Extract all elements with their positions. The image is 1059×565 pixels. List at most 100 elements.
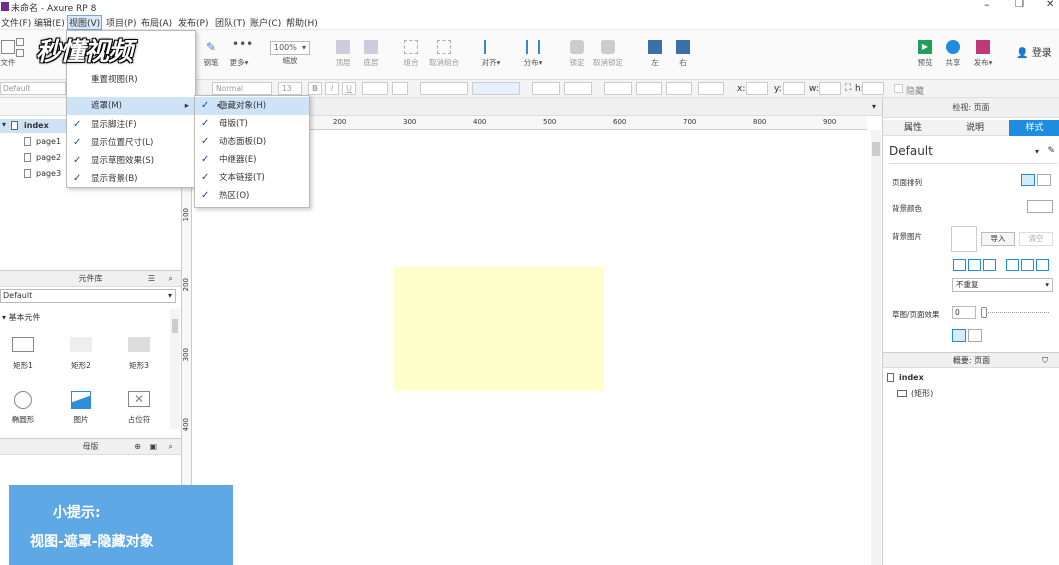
sketch-slider[interactable] — [983, 312, 1049, 313]
line-style-button[interactable] — [666, 82, 692, 95]
menu-item-masters[interactable]: ✓ 母版(T) — [195, 115, 309, 133]
clear-button[interactable]: 清空 — [1019, 232, 1053, 246]
font-size-select[interactable]: 13 — [278, 82, 302, 95]
rectangle-widget[interactable] — [394, 267, 604, 391]
minimize-icon[interactable]: – — [984, 0, 990, 11]
font-color-button[interactable] — [362, 82, 388, 95]
menu-publish[interactable]: 发布(P) — [178, 16, 208, 29]
tab-style[interactable]: 样式 — [1009, 120, 1059, 136]
image-align-h-icons[interactable] — [953, 259, 1001, 272]
align-center-icon[interactable] — [1037, 174, 1051, 186]
fill-color-button[interactable] — [532, 82, 560, 95]
library-section[interactable]: ▾ 基本元件 — [2, 312, 41, 323]
left-tool[interactable]: 左 — [646, 40, 664, 68]
menu-item-mask[interactable]: 遮罩(M) ▸ — [67, 97, 195, 115]
share-button[interactable]: 共享 — [942, 40, 964, 68]
menu-layout[interactable]: 布局(A) — [141, 16, 172, 29]
outline-root[interactable]: index — [887, 373, 924, 382]
chevron-down-icon[interactable]: ▾ — [872, 102, 876, 111]
x-input[interactable] — [746, 82, 768, 95]
vertical-align-buttons[interactable] — [472, 82, 520, 95]
bottom-layer-tool[interactable]: 底层 — [360, 40, 382, 68]
menu-view[interactable]: 视图(V) — [67, 15, 103, 30]
w-input[interactable] — [819, 82, 841, 95]
bullet-button[interactable] — [392, 82, 408, 95]
menu-item-sketch[interactable]: ✓ 显示草图效果(S) — [67, 152, 195, 170]
pen-tool[interactable]: ✎ 钢笔 — [200, 40, 222, 68]
search-icon[interactable]: ⌕ — [169, 439, 173, 455]
arrow-style-button[interactable] — [698, 82, 724, 95]
sketch-input[interactable]: 0 — [952, 306, 976, 319]
menu-file[interactable]: 文件(F) — [1, 16, 31, 29]
edit-style-icon[interactable]: ✎ — [1047, 146, 1055, 156]
menu-icon[interactable]: ☰ — [148, 271, 155, 287]
lock-ratio-icon[interactable]: ⛶ — [845, 83, 851, 93]
menu-item-footnotes[interactable]: ✓ 显示脚注(F) — [67, 116, 195, 134]
font-weight-select[interactable]: Normal — [212, 82, 272, 95]
group-tool[interactable]: 组合 — [400, 40, 422, 68]
widget-rect3[interactable]: 矩形3 — [124, 337, 154, 371]
lock-tool[interactable]: 锁定 — [566, 40, 588, 68]
right-tool[interactable]: 右 — [674, 40, 692, 68]
menu-edit[interactable]: 编辑(E) — [34, 16, 65, 29]
top-layer-tool[interactable]: 顶层 — [332, 40, 354, 68]
menu-project[interactable]: 项目(P) — [106, 16, 136, 29]
menu-item-repeater[interactable]: ✓ 中继器(E) — [195, 151, 309, 169]
restore-icon[interactable]: ❐ — [1015, 0, 1024, 10]
h-input[interactable] — [862, 82, 884, 95]
menu-item-dynamic-panel[interactable]: ✓ 动态面板(D) — [195, 133, 309, 151]
menu-item-position-size[interactable]: ✓ 显示位置尺寸(L) — [67, 134, 195, 152]
add-master-icon[interactable]: ⊕ — [134, 439, 141, 455]
tab-notes[interactable]: 说明 — [945, 120, 1005, 136]
bg-color-picker[interactable] — [1027, 200, 1053, 213]
image-align-v-icons[interactable] — [1006, 259, 1054, 272]
publish-button[interactable]: 发布▾ — [970, 40, 996, 68]
line-width-button[interactable] — [636, 82, 662, 95]
grayscale-mode-icon[interactable] — [968, 329, 982, 342]
hide-checkbox[interactable] — [894, 84, 903, 93]
zoom-select[interactable]: 100% ▾ — [270, 41, 310, 55]
menu-item-reset-view[interactable]: 重置视图(R) — [67, 71, 195, 89]
y-input[interactable] — [783, 82, 805, 95]
text-align-buttons[interactable] — [420, 82, 468, 95]
align-left-icon[interactable] — [1021, 174, 1035, 186]
library-select[interactable]: Default ▾ — [0, 289, 176, 303]
save-icon[interactable] — [16, 38, 26, 57]
color-mode-icon[interactable] — [952, 329, 966, 342]
menu-account[interactable]: 账户(C) — [250, 16, 281, 29]
menu-help[interactable]: 帮助(H) — [286, 16, 318, 29]
file-tool[interactable]: 文件 — [0, 40, 16, 68]
widget-ellipse[interactable]: 椭圆形 — [8, 391, 38, 425]
widget-image[interactable]: 图片 — [66, 391, 96, 425]
menu-item-hide-objects[interactable]: ✓ 隐藏对象(H) — [195, 97, 309, 115]
italic-button[interactable]: I — [325, 82, 339, 95]
underline-button[interactable]: U — [342, 82, 356, 95]
page-style-select[interactable]: Default ▾ ✎ — [889, 144, 1057, 164]
unlock-tool[interactable]: 取消锁定 — [590, 40, 626, 68]
bold-button[interactable]: B — [308, 82, 322, 95]
canvas-scrollbar[interactable] — [871, 130, 881, 565]
filter-icon[interactable]: ⛉ — [1042, 353, 1048, 368]
scroll-thumb[interactable] — [872, 142, 880, 156]
search-icon[interactable]: ⌕ — [169, 271, 173, 287]
tab-properties[interactable]: 属性 — [883, 120, 943, 136]
outline-item[interactable]: (矩形) — [897, 388, 933, 399]
add-folder-icon[interactable]: ▣ — [149, 439, 157, 455]
slider-handle[interactable] — [981, 307, 987, 318]
widget-rect1[interactable]: 矩形1 — [8, 337, 38, 371]
style-select[interactable]: Default — [0, 82, 66, 95]
login-button[interactable]: 👤 登录 — [1014, 44, 1054, 59]
distribute-tool[interactable]: 分布▾ — [520, 40, 546, 68]
collapse-icon[interactable]: ▾ — [2, 120, 6, 129]
close-icon[interactable]: ✕ — [1046, 0, 1054, 10]
import-button[interactable]: 导入 — [981, 232, 1015, 246]
zoom-tool[interactable]: 100% ▾ 缩放 — [270, 41, 310, 66]
widget-placeholder[interactable]: ✕ 占位符 — [124, 391, 154, 425]
menu-team[interactable]: 团队(T) — [215, 16, 246, 29]
shadow-button[interactable] — [564, 82, 592, 95]
menu-item-background[interactable]: ✓ 显示背景(B) — [67, 170, 195, 188]
menu-item-text-link[interactable]: ✓ 文本链接(T) — [195, 169, 309, 187]
library-scrollbar[interactable] — [170, 309, 180, 429]
line-color-button[interactable] — [604, 82, 632, 95]
align-tool[interactable]: 对齐▾ — [478, 40, 504, 68]
